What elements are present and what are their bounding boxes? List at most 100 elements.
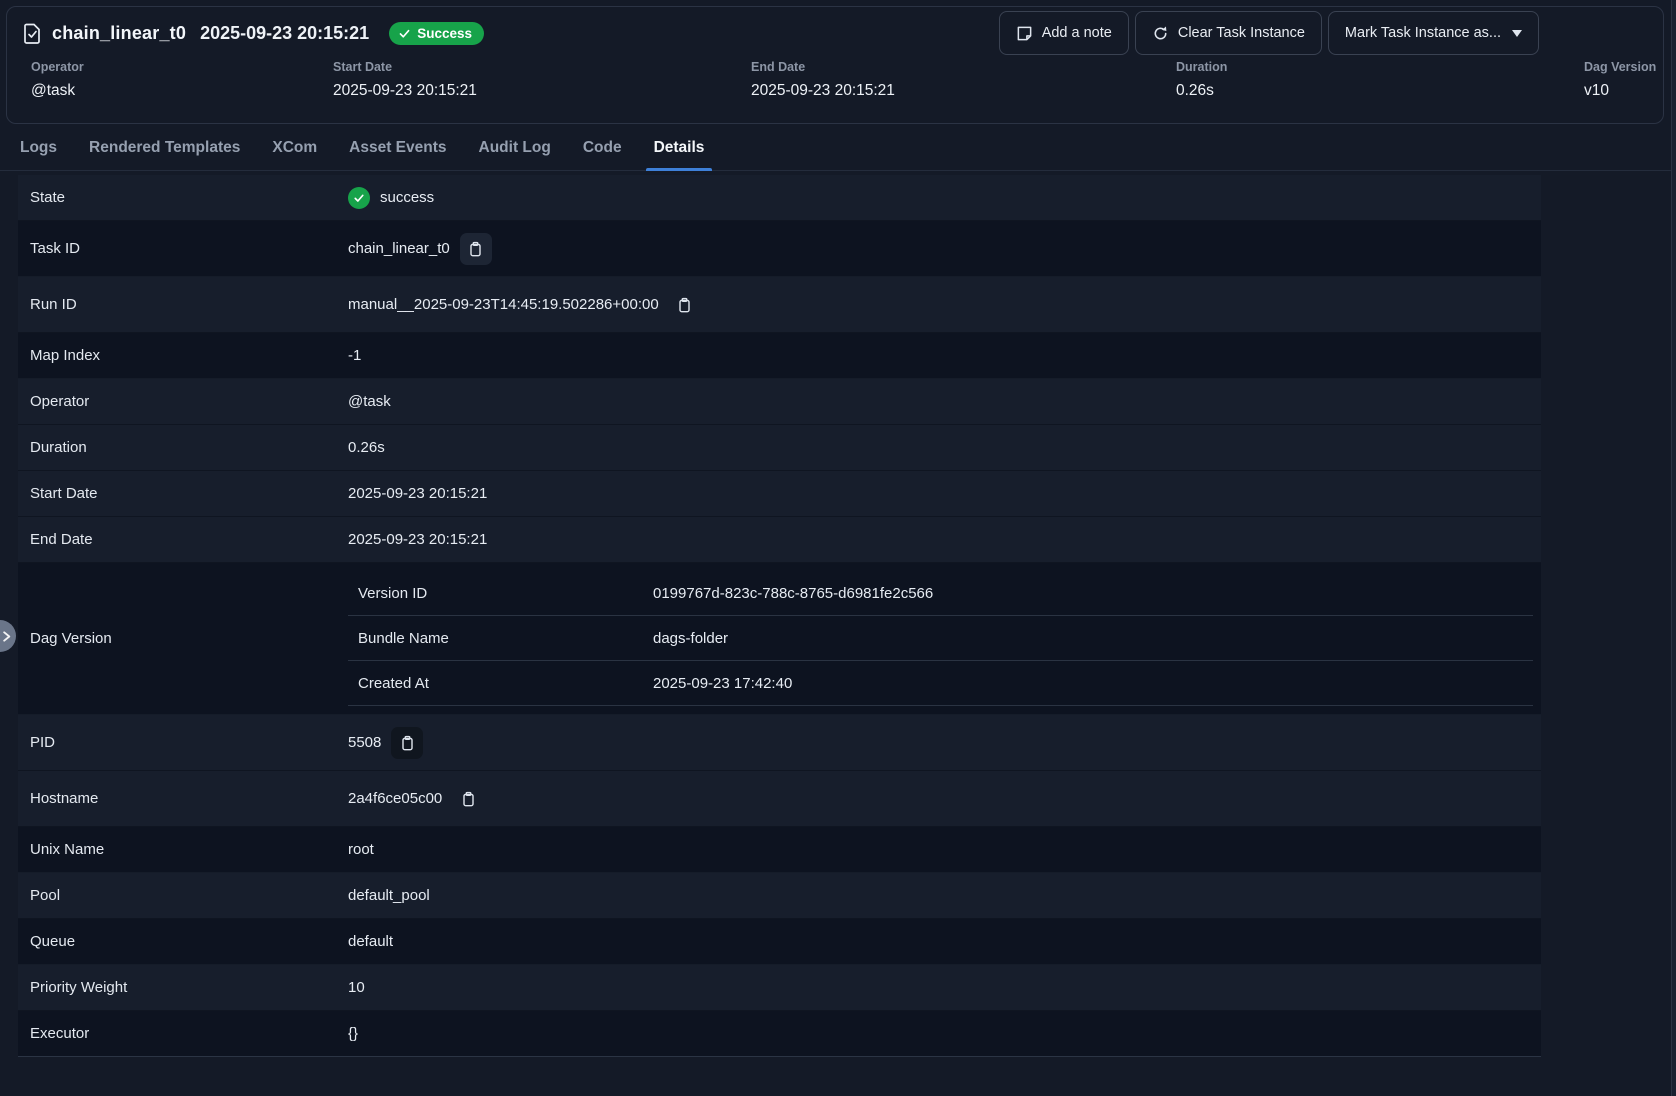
detail-row-duration: Duration0.26s bbox=[18, 425, 1541, 471]
detail-label-operator: Operator bbox=[18, 393, 348, 410]
detail-row-hostname: Hostname2a4f6ce05c00 bbox=[18, 771, 1541, 827]
header-actions: Add a note Clear Task Instance Mark Task… bbox=[999, 11, 1539, 55]
detail-value-operator: @task bbox=[348, 393, 391, 410]
detail-value-pid: 5508 bbox=[348, 727, 423, 759]
meta-end-date: End Date 2025-09-23 20:15:21 bbox=[751, 60, 895, 100]
detail-label-start-date: Start Date bbox=[18, 485, 348, 502]
nested-row-bundle-name: Bundle Namedags-folder bbox=[348, 616, 1533, 661]
detail-value-hostname: 2a4f6ce05c00 bbox=[348, 783, 484, 815]
detail-row-start-date: Start Date2025-09-23 20:15:21 bbox=[18, 471, 1541, 517]
detail-row-unix-name: Unix Nameroot bbox=[18, 827, 1541, 873]
refresh-icon bbox=[1152, 25, 1169, 42]
copy-icon bbox=[400, 735, 415, 751]
detail-row-state: State success bbox=[18, 175, 1541, 221]
meta-end-date-label: End Date bbox=[751, 60, 895, 74]
nested-value-version-id: 0199767d-823c-788c-8765-d6981fe2c566 bbox=[653, 585, 933, 602]
task-instance-header-card: chain_linear_t0 2025-09-23 20:15:21 Succ… bbox=[6, 6, 1664, 124]
mark-task-instance-as-label: Mark Task Instance as... bbox=[1345, 25, 1501, 41]
copy-button-hostname[interactable] bbox=[452, 783, 484, 815]
details-table: StatesuccessTask IDchain_linear_t0Run ID… bbox=[18, 175, 1541, 1057]
meta-dag-version-label: Dag Version bbox=[1584, 60, 1656, 74]
status-badge-label: Success bbox=[417, 26, 472, 41]
detail-value-state: success bbox=[348, 187, 434, 209]
panel-expand-handle[interactable] bbox=[0, 620, 16, 652]
detail-label-end-date: End Date bbox=[18, 531, 348, 548]
meta-dag-version-value: v10 bbox=[1584, 82, 1656, 100]
clear-task-instance-button[interactable]: Clear Task Instance bbox=[1135, 11, 1322, 55]
detail-row-operator: Operator@task bbox=[18, 379, 1541, 425]
detail-row-task-id: Task IDchain_linear_t0 bbox=[18, 221, 1541, 277]
detail-value-text: default bbox=[348, 933, 393, 950]
detail-row-dag-version: Dag VersionVersion ID0199767d-823c-788c-… bbox=[18, 563, 1541, 715]
detail-value-unix-name: root bbox=[348, 841, 374, 858]
nested-value-created-at: 2025-09-23 17:42:40 bbox=[653, 675, 792, 692]
nested-label-bundle-name: Bundle Name bbox=[348, 630, 653, 647]
meta-operator: Operator @task bbox=[31, 60, 84, 100]
detail-row-end-date: End Date2025-09-23 20:15:21 bbox=[18, 517, 1541, 563]
detail-label-executor: Executor bbox=[18, 1025, 348, 1042]
nested-label-version-id: Version ID bbox=[348, 585, 653, 602]
note-icon bbox=[1016, 25, 1033, 42]
detail-value-map-index: -1 bbox=[348, 347, 361, 364]
detail-value-queue: default bbox=[348, 933, 393, 950]
tab-asset-events[interactable]: Asset Events bbox=[347, 125, 448, 170]
detail-label-duration: Duration bbox=[18, 439, 348, 456]
detail-value-text: 0.26s bbox=[348, 439, 385, 456]
detail-label-dag-version: Dag Version bbox=[18, 630, 348, 647]
tab-logs[interactable]: Logs bbox=[18, 125, 59, 170]
detail-label-run-id: Run ID bbox=[18, 296, 348, 313]
detail-row-executor: Executor{} bbox=[18, 1011, 1541, 1057]
state-success-icon bbox=[348, 187, 370, 209]
tab-audit-log[interactable]: Audit Log bbox=[477, 125, 553, 170]
tab-code[interactable]: Code bbox=[581, 125, 624, 170]
detail-label-map-index: Map Index bbox=[18, 347, 348, 364]
detail-value-text: @task bbox=[348, 393, 391, 410]
detail-value-text: root bbox=[348, 841, 374, 858]
detail-value-text: 10 bbox=[348, 979, 365, 996]
title-row: chain_linear_t0 2025-09-23 20:15:21 Succ… bbox=[23, 22, 484, 45]
meta-start-date: Start Date 2025-09-23 20:15:21 bbox=[333, 60, 477, 100]
tab-bar: Logs Rendered Templates XCom Asset Events Au… bbox=[0, 125, 1676, 171]
detail-label-unix-name: Unix Name bbox=[18, 841, 348, 858]
detail-value-start-date: 2025-09-23 20:15:21 bbox=[348, 485, 487, 502]
nested-row-created-at: Created At2025-09-23 17:42:40 bbox=[348, 661, 1533, 706]
detail-value-end-date: 2025-09-23 20:15:21 bbox=[348, 531, 487, 548]
detail-label-queue: Queue bbox=[18, 933, 348, 950]
meta-start-date-label: Start Date bbox=[333, 60, 477, 74]
detail-value-text: 2a4f6ce05c00 bbox=[348, 790, 442, 807]
nested-row-version-id: Version ID0199767d-823c-788c-8765-d6981f… bbox=[348, 571, 1533, 616]
dag-version-nested-table: Version ID0199767d-823c-788c-8765-d6981f… bbox=[348, 571, 1533, 706]
mark-task-instance-as-button[interactable]: Mark Task Instance as... bbox=[1328, 11, 1539, 55]
nested-label-created-at: Created At bbox=[348, 675, 653, 692]
copy-icon bbox=[468, 241, 483, 257]
detail-row-priority-weight: Priority Weight10 bbox=[18, 965, 1541, 1011]
meta-operator-label: Operator bbox=[31, 60, 84, 74]
meta-duration: Duration 0.26s bbox=[1176, 60, 1227, 100]
tab-rendered-templates[interactable]: Rendered Templates bbox=[87, 125, 242, 170]
tab-xcom[interactable]: XCom bbox=[270, 125, 319, 170]
chevron-down-icon bbox=[1512, 30, 1522, 37]
detail-value-text: 2025-09-23 20:15:21 bbox=[348, 485, 487, 502]
detail-value-text: success bbox=[380, 189, 434, 206]
scrollbar-track[interactable] bbox=[1671, 0, 1676, 1096]
copy-button-task-id[interactable] bbox=[460, 233, 492, 265]
detail-row-map-index: Map Index-1 bbox=[18, 333, 1541, 379]
detail-value-text: chain_linear_t0 bbox=[348, 240, 450, 257]
detail-value-run-id: manual__2025-09-23T14:45:19.502286+00:00 bbox=[348, 289, 701, 321]
detail-value-text: default_pool bbox=[348, 887, 430, 904]
add-note-button[interactable]: Add a note bbox=[999, 11, 1129, 55]
detail-value-priority-weight: 10 bbox=[348, 979, 365, 996]
detail-row-run-id: Run IDmanual__2025-09-23T14:45:19.502286… bbox=[18, 277, 1541, 333]
copy-button-pid[interactable] bbox=[391, 727, 423, 759]
detail-row-pid: PID5508 bbox=[18, 715, 1541, 771]
detail-label-state: State bbox=[18, 189, 348, 206]
detail-value-text: manual__2025-09-23T14:45:19.502286+00:00 bbox=[348, 296, 659, 313]
add-note-label: Add a note bbox=[1042, 25, 1112, 41]
nested-value-bundle-name: dags-folder bbox=[653, 630, 728, 647]
copy-icon bbox=[677, 297, 692, 313]
status-badge: Success bbox=[389, 22, 484, 45]
copy-button-run-id[interactable] bbox=[669, 289, 701, 321]
tab-details[interactable]: Details bbox=[652, 125, 707, 170]
task-document-icon bbox=[23, 23, 42, 44]
detail-label-pid: PID bbox=[18, 734, 348, 751]
